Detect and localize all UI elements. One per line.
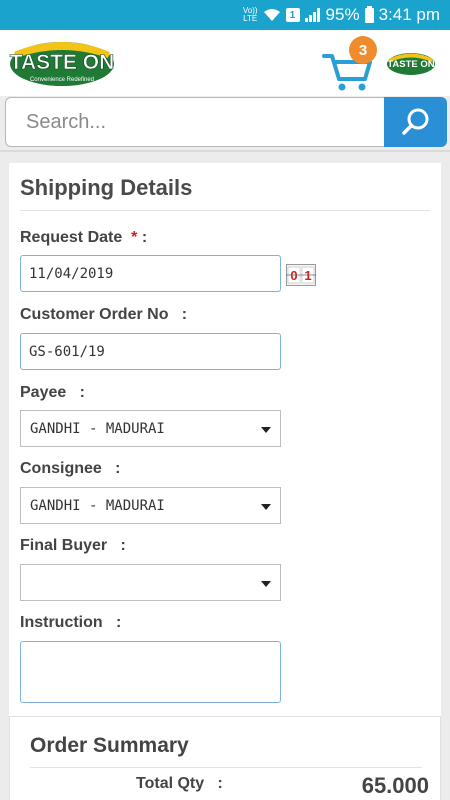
dropdown-caret-icon xyxy=(261,504,271,510)
consignee-select[interactable]: GANDHI - MADURAI xyxy=(20,487,281,524)
order-summary-card: Order Summary Total Qty : 65.000 xyxy=(9,716,441,800)
dropdown-caret-icon xyxy=(261,581,271,587)
payee-value: GANDHI - MADURAI xyxy=(30,420,165,437)
instruction-textarea[interactable] xyxy=(20,641,281,703)
brand-logo[interactable]: TASTE ON Convenience Redefined xyxy=(8,36,116,88)
signal-icon xyxy=(304,8,320,22)
sim-icon: 1 xyxy=(285,8,300,22)
final-buyer-label: Final Buyer : xyxy=(20,537,126,554)
status-bar: Vo)) LTE 1 95% 3:41 pm xyxy=(0,0,450,30)
volte-indicator: Vo)) LTE xyxy=(242,6,258,23)
search-button[interactable] xyxy=(384,97,447,147)
brand-logo-small: TASTE ON xyxy=(387,53,435,75)
payee-select[interactable]: GANDHI - MADURAI xyxy=(20,410,281,447)
svg-text:TASTE ON: TASTE ON xyxy=(387,59,434,70)
divider xyxy=(0,150,450,152)
divider xyxy=(20,210,430,211)
search-input[interactable] xyxy=(5,97,387,147)
app-header: TASTE ON Convenience Redefined 3 TASTE O… xyxy=(0,30,450,96)
battery-icon xyxy=(364,5,374,23)
section-title: Shipping Details xyxy=(20,175,193,200)
total-qty-value: 65.000 xyxy=(361,773,429,798)
search-icon xyxy=(401,108,428,135)
payee-label: Payee : xyxy=(20,384,85,401)
final-buyer-select[interactable] xyxy=(20,564,281,601)
battery-percent: 95% xyxy=(325,5,360,24)
clock: 3:41 pm xyxy=(378,5,440,24)
customer-order-no-label: Customer Order No : xyxy=(20,306,188,323)
request-date-label: Request Date * : xyxy=(20,229,148,246)
svg-text:1: 1 xyxy=(304,268,311,283)
search-bar xyxy=(5,97,447,149)
dropdown-caret-icon xyxy=(261,427,271,433)
instruction-label: Instruction : xyxy=(20,614,122,631)
consignee-value: GANDHI - MADURAI xyxy=(30,497,165,514)
total-qty-label: Total Qty : xyxy=(136,775,223,792)
cart-count-badge[interactable]: 3 xyxy=(349,36,377,64)
svg-text:TASTE ON: TASTE ON xyxy=(10,51,115,74)
consignee-label: Consignee : xyxy=(20,460,121,477)
customer-order-no-input[interactable]: GS-601/19 xyxy=(20,333,281,370)
order-summary-title: Order Summary xyxy=(30,734,189,757)
calendar-icon[interactable]: 0 1 xyxy=(286,264,316,286)
request-date-input[interactable]: 11/04/2019 xyxy=(20,255,281,292)
wifi-icon xyxy=(263,9,280,21)
divider xyxy=(30,767,422,768)
svg-text:Convenience Redefined: Convenience Redefined xyxy=(30,77,94,83)
shipping-details-card: Shipping Details Request Date * : 11/04/… xyxy=(9,163,441,723)
svg-text:0: 0 xyxy=(290,268,297,283)
